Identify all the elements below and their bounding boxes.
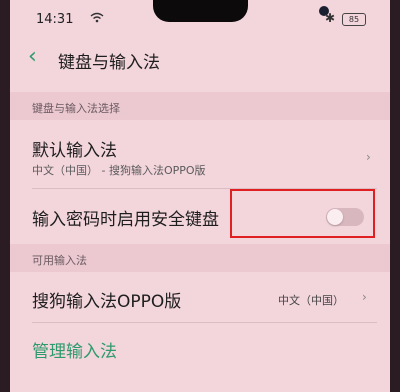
section-label: 键盘与输入法选择 <box>32 102 120 115</box>
bluetooth-icon: ✱ <box>325 11 336 25</box>
chevron-right-icon: › <box>362 290 367 304</box>
wifi-icon <box>90 12 104 26</box>
section-header-available: 可用输入法 <box>10 244 390 272</box>
section-label: 可用输入法 <box>32 254 87 267</box>
secure-keyboard-label: 输入密码时启用安全键盘 <box>32 210 219 230</box>
chevron-right-icon: › <box>366 150 371 164</box>
page-title: 键盘与输入法 <box>58 53 160 73</box>
default-ime-title: 默认输入法 <box>32 141 117 161</box>
status-time: 14:31 <box>36 12 74 27</box>
highlight-box <box>230 189 375 238</box>
section-header-keyboard-selection: 键盘与输入法选择 <box>10 92 390 120</box>
battery-icon: 85 <box>342 13 366 26</box>
default-ime-subtitle: 中文（中国） - 搜狗输入法OPPO版 <box>32 164 206 177</box>
available-ime-title: 搜狗输入法OPPO版 <box>32 292 182 312</box>
available-ime-value: 中文（中国） <box>278 294 344 307</box>
back-button[interactable]: ‹ <box>28 44 37 69</box>
manage-ime-link[interactable]: 管理输入法 <box>32 337 117 362</box>
phone-screen: 14:31 ✱ 85 ‹ 键盘与输入法 键盘与输入法选择 默认输入法 中文（中国… <box>10 0 390 392</box>
camera-notch <box>153 0 329 22</box>
divider <box>32 322 377 323</box>
